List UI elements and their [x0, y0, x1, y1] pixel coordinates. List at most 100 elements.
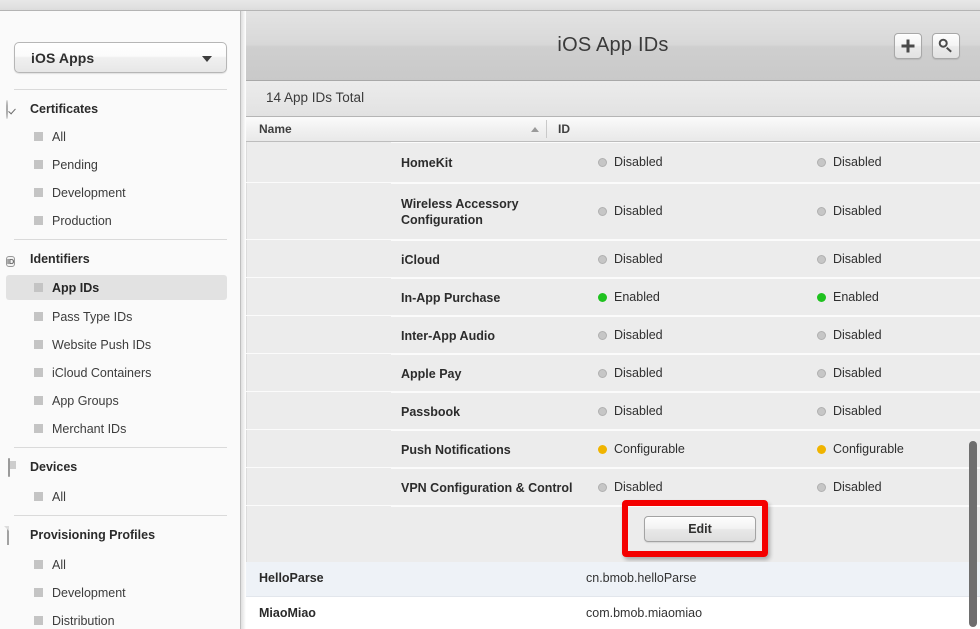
sidebar-item-label: iCloud Containers — [52, 366, 151, 380]
column-header-id[interactable]: ID — [558, 122, 570, 136]
bullet-icon — [34, 396, 43, 405]
status-dot-icon — [598, 158, 607, 167]
service-dev-state-label: Disabled — [614, 328, 663, 342]
service-dist-status: Disabled — [817, 404, 882, 418]
id-badge-icon: ID — [6, 251, 22, 267]
sidebar-item-app-ids[interactable]: App IDs — [6, 275, 227, 300]
service-row: iCloud Disabled Disabled — [246, 241, 980, 278]
status-dot-icon — [598, 293, 607, 302]
device-phone-icon — [6, 459, 22, 475]
sidebar-item-label: Website Push IDs — [52, 338, 151, 352]
bullet-icon — [34, 424, 43, 433]
sidebar-item-profiles-development[interactable]: Development — [6, 580, 227, 605]
sidebar-divider — [14, 447, 227, 448]
bullet-icon — [34, 560, 43, 569]
service-dev-state-label: Disabled — [614, 252, 663, 266]
sidebar-item-label: Distribution — [52, 614, 115, 628]
page-title: iOS App IDs — [246, 11, 980, 79]
sidebar-item-icloud-containers[interactable]: iCloud Containers — [6, 360, 227, 385]
certificate-seal-icon — [6, 101, 22, 117]
sidebar-item-label: All — [52, 130, 66, 144]
sidebar-item-profiles-all[interactable]: All — [6, 552, 227, 577]
sidebar-item-certificates-development[interactable]: Development — [6, 180, 227, 205]
bullet-icon — [34, 492, 43, 501]
app-id-name: HelloParse — [259, 571, 324, 585]
service-dist-state-label: Disabled — [833, 366, 882, 380]
search-button[interactable] — [932, 33, 960, 59]
sidebar-item-label: App IDs — [52, 281, 99, 295]
status-dot-icon — [817, 255, 826, 264]
status-dot-icon — [817, 207, 826, 216]
sidebar-item-devices-all[interactable]: All — [6, 484, 227, 509]
sidebar-item-pass-type-ids[interactable]: Pass Type IDs — [6, 304, 227, 329]
service-dev-state-label: Configurable — [614, 442, 685, 456]
column-header-name[interactable]: Name — [259, 122, 292, 136]
sidebar-item-certificates-pending[interactable]: Pending — [6, 152, 227, 177]
window-top-strip — [0, 0, 980, 11]
service-dist-status: Disabled — [817, 328, 882, 342]
bullet-icon — [34, 160, 43, 169]
vertical-scrollbar-track[interactable] — [966, 142, 980, 629]
status-dot-icon — [598, 207, 607, 216]
status-dot-icon — [817, 445, 826, 454]
status-dot-icon — [598, 407, 607, 416]
sidebar-item-merchant-ids[interactable]: Merchant IDs — [6, 416, 227, 441]
service-name: Wireless Accessory Configuration — [401, 196, 586, 228]
bullet-icon — [34, 283, 43, 292]
sidebar-item-label: Development — [52, 586, 126, 600]
status-dot-icon — [598, 255, 607, 264]
bullet-icon — [34, 312, 43, 321]
sidebar-item-label: Development — [52, 186, 126, 200]
service-name: Push Notifications — [401, 442, 586, 458]
service-row: In-App Purchase Enabled Enabled — [246, 279, 980, 316]
service-dist-status: Disabled — [817, 155, 882, 169]
table-row[interactable]: HelloParse cn.bmob.helloParse — [246, 562, 980, 597]
vertical-scrollbar-thumb[interactable] — [969, 441, 977, 627]
status-dot-icon — [817, 293, 826, 302]
search-icon — [939, 39, 953, 53]
app-window: iOS Apps Certificates All Pending Develo… — [0, 0, 980, 629]
sidebar-group-label: Provisioning Profiles — [30, 528, 155, 542]
app-id-bundle: com.bmob.miaomiao — [586, 606, 702, 620]
service-row: Wireless Accessory Configuration Disable… — [246, 184, 980, 240]
service-row: Push Notifications Configurable Configur… — [246, 431, 980, 468]
service-dev-status: Disabled — [598, 155, 663, 169]
platform-dropdown[interactable]: iOS Apps — [14, 42, 227, 73]
bullet-icon — [34, 588, 43, 597]
service-dist-state-label: Disabled — [833, 404, 882, 418]
sidebar-item-app-groups[interactable]: App Groups — [6, 388, 227, 413]
service-dist-status: Disabled — [817, 252, 882, 266]
service-dist-state-label: Disabled — [833, 155, 882, 169]
sidebar-group-label: Identifiers — [30, 252, 90, 266]
sidebar-item-certificates-all[interactable]: All — [6, 124, 227, 149]
service-name: In-App Purchase — [401, 290, 586, 306]
service-dist-status: Disabled — [817, 204, 882, 218]
service-dev-status: Disabled — [598, 480, 663, 494]
document-icon — [6, 527, 22, 543]
app-id-count: 14 App IDs Total — [266, 90, 364, 105]
add-app-id-button[interactable] — [894, 33, 922, 59]
service-dist-state-label: Disabled — [833, 204, 882, 218]
sidebar-item-certificates-production[interactable]: Production — [6, 208, 227, 233]
sidebar-item-website-push-ids[interactable]: Website Push IDs — [6, 332, 227, 357]
bullet-icon — [34, 188, 43, 197]
sidebar-item-profiles-distribution[interactable]: Distribution — [6, 608, 227, 629]
sidebar-divider — [14, 239, 227, 240]
service-dev-state-label: Disabled — [614, 204, 663, 218]
sidebar-group-label: Certificates — [30, 102, 98, 116]
sort-ascending-icon — [531, 127, 539, 132]
status-dot-icon — [817, 483, 826, 492]
table-row[interactable]: MiaoMiao com.bmob.miaomiao — [246, 597, 980, 629]
service-dist-state-label: Enabled — [833, 290, 879, 304]
bullet-icon — [34, 216, 43, 225]
platform-dropdown-label: iOS Apps — [31, 50, 94, 66]
main-panel: iOS App IDs 14 App IDs Total Name ID — [246, 11, 980, 629]
service-dist-state-label: Configurable — [833, 442, 904, 456]
table-header: Name ID — [246, 117, 980, 142]
app-id-name: MiaoMiao — [259, 606, 316, 620]
edit-button[interactable]: Edit — [644, 516, 756, 542]
service-dev-status: Configurable — [598, 442, 685, 456]
status-dot-icon — [598, 483, 607, 492]
service-dist-status: Disabled — [817, 366, 882, 380]
service-dist-state-label: Disabled — [833, 328, 882, 342]
